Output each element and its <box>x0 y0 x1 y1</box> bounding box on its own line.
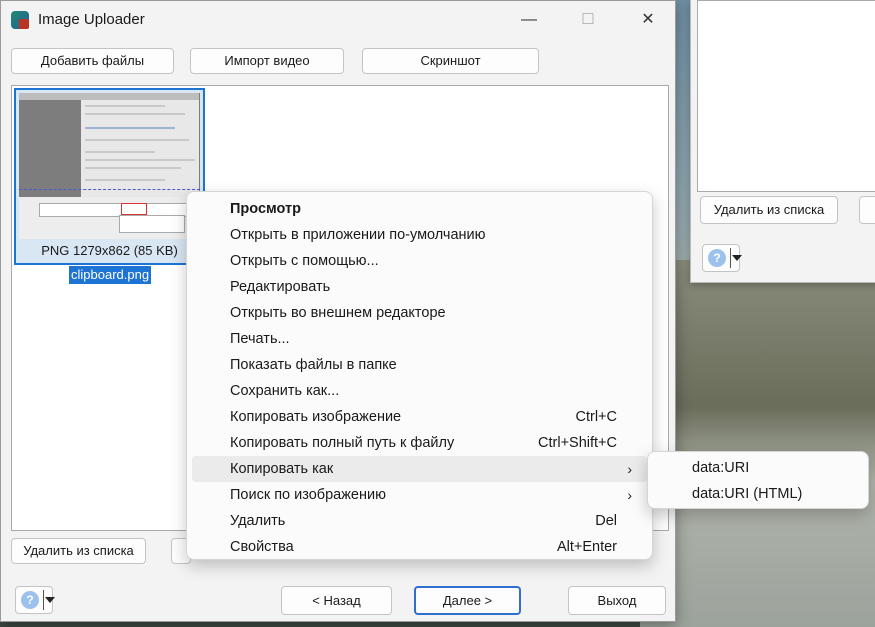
copy-as-submenu: data:URI data:URI (HTML) <box>647 451 869 509</box>
menu-item-shortcut: Ctrl+Shift+C <box>538 435 617 451</box>
menu-item-view[interactable]: Просмотр <box>192 196 647 222</box>
background-file-list <box>697 0 875 192</box>
submenu-item-data-uri[interactable]: data:URI <box>652 455 864 481</box>
maximize-button[interactable]: ☐ <box>573 9 603 31</box>
add-files-button[interactable]: Добавить файлы <box>11 48 174 74</box>
submenu-item-label: data:URI <box>692 460 750 476</box>
chevron-right-icon: › <box>627 461 632 477</box>
dropdown-arrow-icon <box>732 255 742 261</box>
help-icon: ? <box>21 591 39 609</box>
menu-item-shortcut: Del <box>595 513 617 529</box>
file-thumbnail <box>19 93 200 239</box>
menu-item-label: Просмотр <box>230 201 301 217</box>
import-video-button[interactable]: Импорт видео <box>190 48 344 74</box>
menu-item-delete[interactable]: Удалить Del <box>192 508 647 534</box>
menu-item-copy-as[interactable]: Копировать как › <box>192 456 647 482</box>
menu-item-save-as[interactable]: Сохранить как... <box>192 378 647 404</box>
menu-item-search-by-image[interactable]: Поиск по изображению › <box>192 482 647 508</box>
help-icon: ? <box>708 249 726 267</box>
close-button[interactable]: ✕ <box>633 9 663 31</box>
menu-item-edit[interactable]: Редактировать <box>192 274 647 300</box>
dropdown-arrow-icon <box>45 597 55 603</box>
menu-item-show-in-folder[interactable]: Показать файлы в папке <box>192 352 647 378</box>
menu-item-label: Открыть в приложении по-умолчанию <box>230 227 486 243</box>
menu-item-print[interactable]: Печать... <box>192 326 647 352</box>
menu-item-open-external-editor[interactable]: Открыть во внешнем редакторе <box>192 300 647 326</box>
bg-help-dropdown-button[interactable]: ? <box>702 244 742 272</box>
file-name-label[interactable]: clipboard.png <box>69 266 152 284</box>
divider <box>43 590 44 610</box>
chevron-right-icon: › <box>627 487 632 503</box>
menu-item-label: Показать файлы в папке <box>230 357 397 373</box>
context-menu: Просмотр Открыть в приложении по-умолчан… <box>186 191 653 560</box>
menu-item-copy-full-path[interactable]: Копировать полный путь к файлу Ctrl+Shift… <box>192 430 647 456</box>
exit-button[interactable]: Выход <box>568 586 666 615</box>
submenu-item-data-uri-html[interactable]: data:URI (HTML) <box>652 481 864 507</box>
file-info-caption: PNG 1279x862 (85 KB) <box>41 243 178 258</box>
bg-remove-from-list-button[interactable]: Удалить из списка <box>700 196 838 224</box>
window-title: Image Uploader <box>38 11 145 28</box>
menu-item-label: Копировать как <box>230 461 334 477</box>
menu-item-label: Открыть с помощью... <box>230 253 379 269</box>
bg-partial-button[interactable] <box>859 196 875 224</box>
menu-item-label: Поиск по изображению <box>230 487 386 503</box>
menu-item-open-default[interactable]: Открыть в приложении по-умолчанию <box>192 222 647 248</box>
menu-item-shortcut: Alt+Enter <box>556 539 617 555</box>
menu-item-label: Свойства <box>230 539 294 555</box>
help-dropdown-button[interactable]: ? <box>15 586 55 614</box>
next-button[interactable]: Далее > <box>414 586 521 615</box>
menu-item-label: Сохранить как... <box>230 383 340 399</box>
menu-item-label: Копировать изображение <box>230 409 402 425</box>
menu-item-copy-image[interactable]: Копировать изображение Ctrl+C <box>192 404 647 430</box>
divider <box>730 248 731 268</box>
menu-item-label: Печать... <box>230 331 290 347</box>
background-window: Удалить из списка ? <box>690 0 875 283</box>
menu-item-label: Удалить <box>230 513 286 529</box>
back-button[interactable]: < Назад <box>281 586 392 615</box>
menu-item-label: Редактировать <box>230 279 331 295</box>
menu-item-label: Открыть во внешнем редакторе <box>230 305 446 321</box>
menu-item-label: Копировать полный путь к файлу <box>230 435 455 451</box>
title-bar: Image Uploader — ☐ ✕ <box>1 1 675 39</box>
remove-from-list-button[interactable]: Удалить из списка <box>11 538 146 564</box>
minimize-button[interactable]: — <box>514 9 544 31</box>
menu-item-open-with[interactable]: Открыть с помощью... <box>192 248 647 274</box>
screenshot-button[interactable]: Скриншот <box>362 48 539 74</box>
app-icon <box>11 11 29 29</box>
menu-item-properties[interactable]: Свойства Alt+Enter <box>192 534 647 560</box>
menu-item-shortcut: Ctrl+C <box>575 409 618 425</box>
submenu-item-label: data:URI (HTML) <box>692 486 803 502</box>
file-item[interactable]: PNG 1279x862 (85 KB) <box>14 88 205 265</box>
